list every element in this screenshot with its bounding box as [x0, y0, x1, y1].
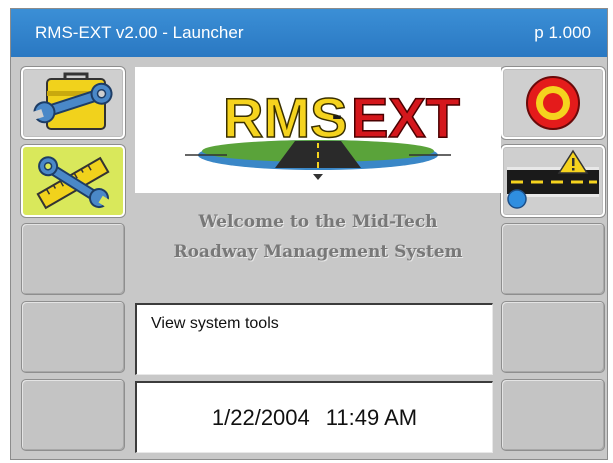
current-time: 11:49 AM	[325, 404, 418, 430]
toolbox-wrench-icon	[31, 72, 113, 130]
title-bar: RMS-EXT v2.00 - Launcher p 1.000	[11, 9, 607, 57]
empty-left-button-3[interactable]	[21, 223, 125, 295]
system-tools-button[interactable]	[21, 67, 125, 139]
window-title: RMS-EXT v2.00 - Launcher	[35, 23, 244, 42]
road-condition-button[interactable]	[501, 145, 605, 217]
empty-right-button-5[interactable]	[501, 379, 605, 451]
welcome-line-2: Roadway Management System	[173, 242, 463, 262]
ruler-wrench-icon	[36, 156, 111, 210]
stop-button[interactable]	[501, 67, 605, 139]
datetime-box: 1/22/2004 11:49 AM	[135, 381, 493, 453]
ruler-tools-button[interactable]	[21, 145, 125, 217]
road-warning-icon	[507, 149, 599, 209]
logo-panel: RMS - EXT	[135, 67, 501, 193]
description-box: View system tools	[135, 303, 493, 375]
target-icon	[526, 76, 580, 130]
logo-separator: -	[332, 99, 342, 132]
screen: RMS-EXT v2.00 - Launcher p 1.000 RMS - E…	[0, 0, 613, 463]
empty-left-button-4[interactable]	[21, 301, 125, 373]
empty-right-button-3[interactable]	[501, 223, 605, 295]
empty-left-button-5[interactable]	[21, 379, 125, 451]
current-date: 1/22/2004	[211, 404, 310, 430]
rms-ext-logo: RMS - EXT	[185, 85, 461, 180]
welcome-line-1: Welcome to the Mid-Tech	[198, 212, 438, 232]
welcome-message: Welcome to the Mid-Tech Roadway Manageme…	[135, 207, 501, 277]
logo-text-rms: RMS	[223, 86, 347, 149]
description-text: View system tools	[151, 315, 279, 332]
page-indicator: p 1.000	[534, 23, 591, 42]
empty-right-button-4[interactable]	[501, 301, 605, 373]
launcher-window: RMS-EXT v2.00 - Launcher p 1.000 RMS - E…	[10, 8, 608, 460]
logo-text-ext: EXT	[351, 86, 460, 149]
